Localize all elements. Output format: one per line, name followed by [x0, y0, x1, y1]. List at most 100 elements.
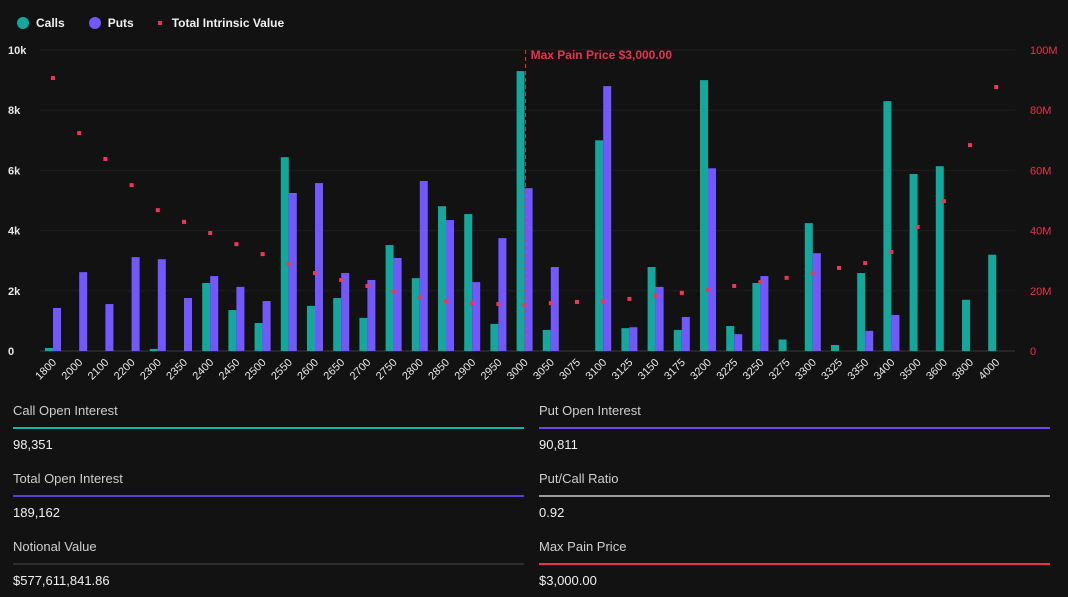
- puts-swatch-icon: [88, 17, 101, 29]
- right-axis-tick: 0: [1030, 346, 1036, 358]
- put-bar: [891, 314, 900, 351]
- right-axis-tick: 60M: [1030, 165, 1051, 177]
- x-axis-tick: 3125: [610, 357, 636, 383]
- call-bar: [831, 344, 839, 351]
- put-bar: [498, 238, 507, 351]
- legend-puts-label: Puts: [107, 16, 134, 30]
- put-bar: [550, 267, 559, 351]
- stat-value: 98,351: [13, 437, 53, 452]
- intrinsic-point: [496, 302, 501, 307]
- intrinsic-point: [968, 143, 972, 148]
- put-bar: [236, 286, 245, 351]
- call-bar: [516, 71, 525, 351]
- x-axis-tick: 2800: [400, 357, 426, 383]
- x-axis-tick: 3600: [924, 357, 950, 383]
- intrinsic-point: [601, 299, 606, 304]
- intrinsic-point: [417, 295, 422, 300]
- call-bar: [438, 206, 446, 351]
- x-axis-tick: 2900: [453, 357, 479, 383]
- x-axis-tick: 3800: [950, 357, 976, 383]
- put-bar: [603, 86, 612, 351]
- put-bar: [210, 276, 219, 351]
- stat-underline: [539, 495, 1050, 497]
- call-bar: [411, 278, 420, 351]
- intrinsic-point: [679, 290, 684, 295]
- call-bar: [228, 310, 237, 351]
- intrinsic-point: [339, 277, 344, 282]
- legend-calls[interactable]: Calls: [17, 16, 65, 30]
- stat-label: Call Open Interest: [13, 403, 118, 418]
- put-bar: [367, 279, 376, 351]
- intrinsic-point: [758, 280, 763, 285]
- stat-underline: [539, 427, 1050, 429]
- x-axis-tick: 4000: [977, 357, 1003, 383]
- call-bar: [333, 298, 342, 351]
- put-bar: [446, 220, 454, 351]
- call-bar: [464, 214, 473, 351]
- call-bar: [673, 329, 682, 351]
- left-axis-tick: 6k: [8, 165, 21, 177]
- call-bar: [935, 166, 944, 351]
- x-axis-tick: 3200: [688, 357, 714, 383]
- x-axis-tick: 2850: [426, 357, 452, 383]
- x-axis-tick: 3075: [557, 357, 583, 383]
- intrinsic-point: [286, 262, 291, 267]
- stat-call-open-interest: Call Open Interest 98,351: [13, 403, 524, 452]
- put-bar: [262, 301, 271, 351]
- stat-put-call-ratio: Put/Call Ratio 0.92: [539, 471, 1050, 520]
- right-axis-tick: 20M: [1030, 286, 1051, 298]
- x-axis-tick: 2500: [243, 357, 269, 383]
- stat-underline: [539, 563, 1050, 565]
- open-interest-chart: 0 0 2k 20M 4k 40M 6k 60M 8k 80M 10k 100M 1800 2000 210…: [8, 45, 1058, 383]
- call-bar: [280, 157, 289, 351]
- intrinsic-point: [941, 199, 946, 204]
- intrinsic-point: [365, 283, 370, 288]
- put-bar: [184, 298, 192, 351]
- put-bar: [708, 168, 716, 351]
- put-bar: [131, 257, 140, 351]
- x-axis-tick: 3050: [531, 357, 557, 383]
- x-axis-tick: 2400: [191, 357, 217, 383]
- call-bar: [700, 80, 708, 351]
- left-axis-tick: 8k: [8, 105, 21, 117]
- call-bar: [962, 299, 970, 351]
- call-bar: [595, 140, 604, 351]
- legend-intrinsic[interactable]: Total Intrinsic Value: [157, 16, 284, 30]
- stat-underline: [13, 495, 524, 497]
- intrinsic-point: [575, 299, 579, 304]
- x-axis-tick: 2350: [164, 357, 190, 383]
- call-bar: [490, 323, 499, 351]
- intrinsic-point: [129, 183, 134, 188]
- x-axis-tick: 3100: [584, 357, 610, 383]
- left-axis-tick: 2k: [8, 286, 21, 298]
- right-axis-tick: 80M: [1030, 105, 1051, 117]
- call-bar: [909, 174, 918, 351]
- put-bar: [341, 273, 350, 351]
- intrinsic-point: [51, 75, 55, 80]
- x-axis-tick: 2700: [348, 357, 374, 383]
- right-axis-tick: 100M: [1030, 45, 1058, 57]
- intrinsic-point: [732, 283, 737, 288]
- x-axis-tick: 3325: [819, 357, 845, 383]
- call-bar: [385, 245, 394, 351]
- call-bar: [647, 267, 656, 351]
- stat-label: Total Open Interest: [13, 471, 123, 486]
- intrinsic-point: [784, 275, 789, 280]
- x-axis-tick: 2450: [217, 357, 243, 383]
- legend-calls-label: Calls: [36, 16, 65, 30]
- x-axis-tick: 3150: [636, 357, 662, 383]
- legend-puts[interactable]: Puts: [88, 16, 134, 30]
- intrinsic-point: [863, 261, 868, 266]
- x-axis-tick: 2650: [322, 357, 348, 383]
- intrinsic-point: [653, 293, 658, 298]
- intrinsic-point: [234, 242, 239, 247]
- stat-value: 189,162: [13, 505, 60, 520]
- stat-label: Max Pain Price: [539, 539, 627, 554]
- intrinsic-point: [77, 131, 82, 136]
- put-bar: [734, 334, 743, 351]
- stat-max-pain-price: Max Pain Price $3,000.00: [539, 539, 1050, 588]
- call-bar: [621, 328, 630, 351]
- intrinsic-point: [548, 301, 553, 306]
- intrinsic-point: [994, 85, 999, 90]
- x-axis-tick: 2550: [269, 357, 295, 383]
